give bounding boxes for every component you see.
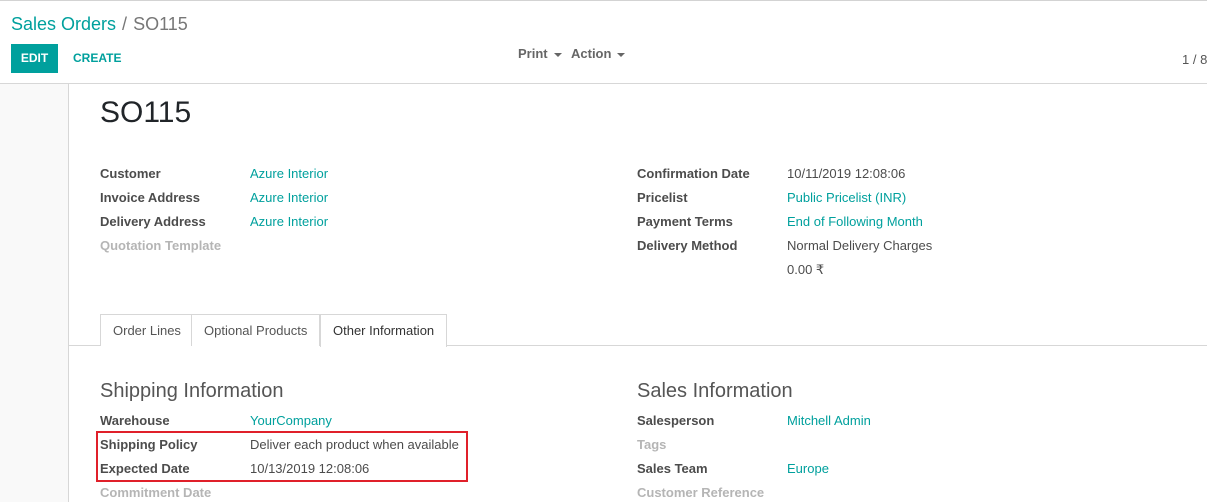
shipping-policy-label: Shipping Policy [100, 437, 198, 452]
delivery-address-value[interactable]: Azure Interior [250, 214, 328, 229]
pricelist-value[interactable]: Public Pricelist (INR) [787, 190, 906, 205]
delivery-method-label: Delivery Method [637, 238, 738, 253]
breadcrumb-sales-orders-link[interactable]: Sales Orders [11, 14, 116, 34]
sales-team-value[interactable]: Europe [787, 461, 829, 476]
customer-value[interactable]: Azure Interior [250, 166, 328, 181]
breadcrumb-current: SO115 [133, 14, 188, 34]
warehouse-value[interactable]: YourCompany [250, 413, 332, 428]
form-sheet: SO115 Customer Azure Interior Invoice Ad… [68, 84, 1207, 502]
action-dropdown[interactable]: Action [571, 46, 626, 61]
pager-value[interactable]: 1 / 8 [1182, 52, 1207, 67]
invoice-address-label: Invoice Address [100, 190, 200, 205]
caret-down-icon [617, 52, 626, 57]
confirmation-date-value: 10/11/2019 12:08:06 [787, 166, 906, 181]
tags-label: Tags [637, 437, 667, 452]
print-label: Print [518, 46, 548, 61]
shipping-policy-value: Deliver each product when available [250, 437, 459, 452]
control-panel: Sales Orders / SO115 EDIT CREATE Print Act… [0, 1, 1207, 84]
sales-information-title: Sales Information [637, 380, 793, 402]
expected-date-label: Expected Date [100, 461, 190, 476]
quotation-template-label: Quotation Template [100, 238, 222, 253]
edit-button[interactable]: EDIT [11, 44, 58, 73]
delivery-address-label: Delivery Address [100, 214, 206, 229]
tab-optional-products[interactable]: Optional Products [191, 314, 321, 346]
invoice-address-value[interactable]: Azure Interior [250, 190, 328, 205]
tab-order-lines[interactable]: Order Lines [100, 314, 194, 346]
action-label: Action [571, 46, 612, 61]
customer-label: Customer [100, 166, 161, 181]
shipping-information-title: Shipping Information [100, 380, 284, 402]
tab-other-information[interactable]: Other Information [320, 314, 448, 347]
breadcrumb: Sales Orders / SO115 [11, 14, 188, 35]
create-button[interactable]: CREATE [66, 44, 128, 73]
expected-date-value: 10/13/2019 12:08:06 [250, 461, 370, 476]
breadcrumb-separator: / [122, 14, 128, 34]
payment-terms-value[interactable]: End of Following Month [787, 214, 923, 229]
delivery-price-value: 0.00 ₹ [787, 262, 825, 277]
pricelist-label: Pricelist [637, 190, 688, 205]
payment-terms-label: Payment Terms [637, 214, 733, 229]
print-dropdown[interactable]: Print [518, 46, 562, 61]
warehouse-label: Warehouse [100, 413, 170, 428]
customer-reference-label: Customer Reference [637, 485, 765, 500]
sales-team-label: Sales Team [637, 461, 708, 476]
confirmation-date-label: Confirmation Date [637, 166, 750, 181]
commitment-date-label: Commitment Date [100, 485, 212, 500]
salesperson-label: Salesperson [637, 413, 715, 428]
caret-down-icon [553, 52, 562, 57]
delivery-method-value: Normal Delivery Charges [787, 238, 933, 253]
record-title: SO115 [100, 96, 192, 129]
salesperson-value[interactable]: Mitchell Admin [787, 413, 871, 428]
